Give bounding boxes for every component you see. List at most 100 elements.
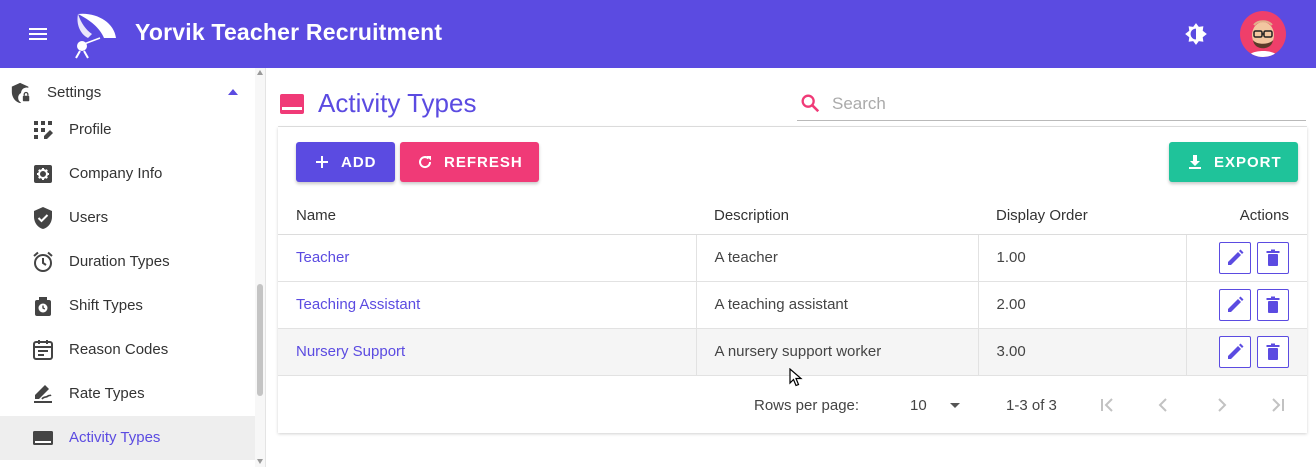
delete-button[interactable] xyxy=(1257,335,1289,368)
sidebar-item-label: Users xyxy=(69,209,109,226)
sidebar-item-label: Reason Codes xyxy=(69,341,169,358)
app-title: Yorvik Teacher Recruitment xyxy=(135,19,443,45)
row-name-link[interactable]: Teacher xyxy=(296,249,349,266)
cell-name: Teaching Assistant xyxy=(278,281,696,329)
sidebar-item-label: Activity Types xyxy=(69,429,161,446)
cog-box-icon xyxy=(34,165,52,183)
sidebar-item-profile[interactable]: Profile xyxy=(0,108,255,152)
cell-description: A teaching assistant xyxy=(695,281,978,329)
previous-page-icon[interactable] xyxy=(1152,393,1176,417)
pencil-icon xyxy=(1228,296,1244,312)
calendar-icon xyxy=(33,340,53,360)
next-page-icon[interactable] xyxy=(1209,393,1233,417)
logo-icon xyxy=(75,13,116,59)
export-button[interactable]: EXPORT xyxy=(1169,142,1298,182)
rows-per-page-label: Rows per page: xyxy=(754,397,860,414)
refresh-button[interactable]: REFRESH xyxy=(400,142,539,182)
signature-icon xyxy=(34,385,52,403)
rows-per-page-select[interactable]: 10 xyxy=(902,389,966,419)
page-title: Activity Types xyxy=(318,88,477,118)
chevron-up-icon[interactable] xyxy=(227,88,239,96)
sidebar-item-label: Shift Types xyxy=(69,297,143,314)
cell-actions xyxy=(1185,234,1307,282)
dialpad-icon xyxy=(34,121,53,139)
sidebar-item-label: Company Info xyxy=(69,165,163,182)
row-name-link[interactable]: Teaching Assistant xyxy=(296,296,420,313)
trash-icon xyxy=(1266,249,1280,266)
cell-actions xyxy=(1185,281,1307,329)
plus-icon xyxy=(316,156,328,168)
sidebar-item-users[interactable]: Users xyxy=(0,196,255,240)
avatar[interactable] xyxy=(1240,11,1286,57)
scroll-up-arrow-icon[interactable] xyxy=(257,70,263,75)
delete-button[interactable] xyxy=(1257,288,1289,321)
add-button-label: ADD xyxy=(341,153,377,171)
sidebar-item-activity-types[interactable]: Activity Types xyxy=(0,416,255,460)
search-icon xyxy=(801,94,820,113)
brightness-toggle-icon[interactable] xyxy=(1183,21,1209,47)
edit-button[interactable] xyxy=(1219,288,1251,321)
pencil-icon xyxy=(1228,249,1244,265)
sidebar: Settings Profile Company Info Users Dura… xyxy=(0,68,266,467)
shield-lock-icon xyxy=(11,82,30,104)
sidebar-item-label: Duration Types xyxy=(69,253,170,270)
table-row: Teacher A teacher 1.00 xyxy=(278,234,1307,282)
sidebar-scrollbar[interactable] xyxy=(255,68,265,467)
sidebar-group-settings[interactable]: Settings xyxy=(0,74,255,110)
rows-per-page-value: 10 xyxy=(910,397,927,414)
cell-name: Nursery Support xyxy=(278,328,696,376)
sidebar-item-label: Profile xyxy=(69,121,112,138)
column-header-display-order[interactable]: Display Order xyxy=(978,197,1186,235)
edit-button[interactable] xyxy=(1219,335,1251,368)
first-page-icon[interactable] xyxy=(1095,393,1119,417)
cell-display-order: 1.00 xyxy=(977,234,1186,282)
table-header-row: Name Description Display Order Actions xyxy=(278,197,1307,235)
cell-display-order: 2.00 xyxy=(977,281,1186,329)
export-button-label: EXPORT xyxy=(1214,153,1282,171)
search-bar xyxy=(797,88,1306,121)
cell-description: A teacher xyxy=(695,234,978,282)
cell-display-order: 3.00 xyxy=(977,328,1186,376)
add-button[interactable]: ADD xyxy=(296,142,395,182)
alarm-clock-icon xyxy=(33,251,53,272)
cell-description: A nursery support worker xyxy=(695,328,978,376)
cell-name: Teacher xyxy=(278,234,696,282)
sidebar-item-shift-types[interactable]: Shift Types xyxy=(0,284,255,328)
scroll-down-arrow-icon[interactable] xyxy=(257,459,263,464)
menu-icon[interactable] xyxy=(26,22,50,46)
sidebar-group-label: Settings xyxy=(47,84,102,101)
download-icon xyxy=(1189,155,1201,169)
shield-check-icon xyxy=(34,207,52,229)
sidebar-item-label: Rate Types xyxy=(69,385,145,402)
avatar-face-icon xyxy=(1248,20,1278,57)
cell-actions xyxy=(1185,328,1307,376)
last-page-icon[interactable] xyxy=(1266,393,1290,417)
column-header-name[interactable]: Name xyxy=(278,197,696,235)
scrollbar-thumb[interactable] xyxy=(257,284,263,396)
mouse-cursor-icon xyxy=(789,368,803,387)
app-bar: Yorvik Teacher Recruitment xyxy=(0,0,1316,68)
trash-icon xyxy=(1266,296,1280,313)
refresh-button-label: REFRESH xyxy=(444,153,523,171)
sidebar-item-company-info[interactable]: Company Info xyxy=(0,152,255,196)
sidebar-item-reason-codes[interactable]: Reason Codes xyxy=(0,328,255,372)
table-pagination: Rows per page: 10 1-3 of 3 xyxy=(278,383,1307,427)
edit-button[interactable] xyxy=(1219,241,1251,274)
search-input[interactable] xyxy=(832,91,1292,117)
tray-icon xyxy=(280,94,304,114)
refresh-icon xyxy=(419,156,432,169)
timer-bag-icon xyxy=(35,297,51,316)
tray-icon xyxy=(33,431,53,445)
activity-types-table: Name Description Display Order Actions T… xyxy=(278,197,1307,376)
column-header-actions: Actions xyxy=(1186,197,1307,235)
trash-icon xyxy=(1266,343,1280,360)
table-row: Teaching Assistant A teaching assistant … xyxy=(278,281,1307,329)
sidebar-item-duration-types[interactable]: Duration Types xyxy=(0,240,255,284)
caret-down-icon xyxy=(950,403,960,408)
row-name-link[interactable]: Nursery Support xyxy=(296,343,405,360)
pencil-icon xyxy=(1228,343,1244,359)
column-header-description[interactable]: Description xyxy=(696,197,978,235)
sidebar-item-rate-types[interactable]: Rate Types xyxy=(0,372,255,416)
pagination-range: 1-3 of 3 xyxy=(1006,397,1057,414)
delete-button[interactable] xyxy=(1257,241,1289,274)
